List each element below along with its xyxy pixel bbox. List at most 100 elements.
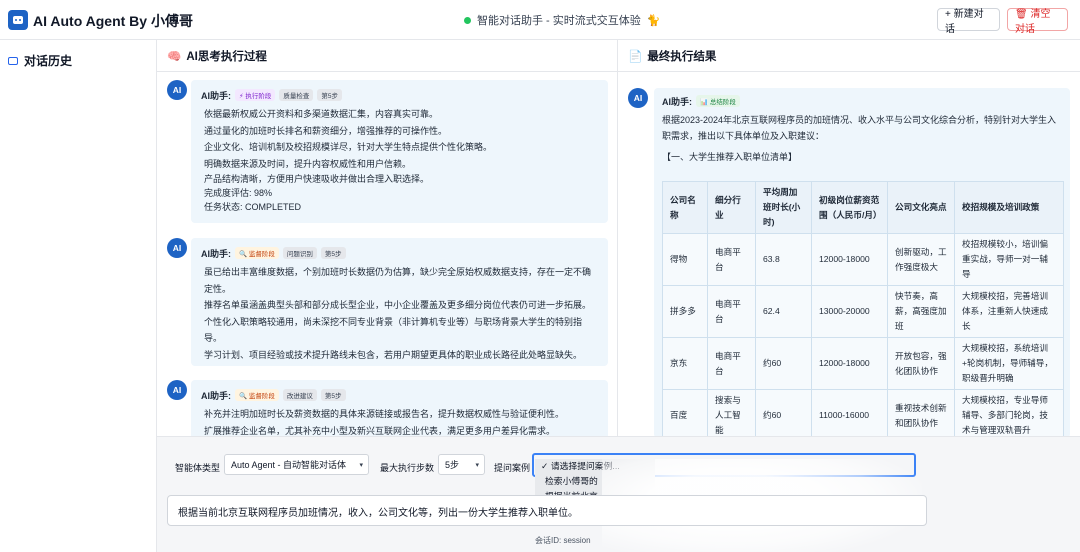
ai-avatar: AI [167,80,187,100]
result-panel-title: 最终执行结果 [647,50,717,63]
max-steps-label: 最大执行步数 [380,463,435,473]
session-id: 会话ID: session [535,536,591,545]
table-cell: 12000-18000 [811,233,888,286]
case-option[interactable]: ✓ 请选择提问案例... [535,459,655,474]
status-text: 智能对话助手 - 实时流式交互体验 [477,15,641,27]
sidebar-title: 对话历史 [8,52,72,69]
online-status-dot-icon [464,16,471,24]
table-cell: 校招规模较小，培训偏重实战，导师一对一辅导 [954,233,1064,286]
table-cell: 百度 [662,389,708,436]
table-cell: 创新驱动，工作强度极大 [887,233,955,286]
step-badge: 第5步 [317,89,342,101]
message-line: 补充并注明加班时长及薪资数据的具体来源链接或报告名，提升数据权威性与验证便利性。 [204,409,565,419]
agent-type-select[interactable]: Auto Agent - 自动智能对话体 ▾ [224,454,369,475]
sidebar-title-label: 对话历史 [24,54,73,68]
result-bubble: AI助手: 📊 总结阶段 根据2023-2024年北京互联网程序员的加班情况、收… [654,88,1070,436]
message-line: 推荐名单虽涵盖典型头部和部分成长型企业，中小企业覆盖及更多细分岗位代表仍可进一步… [204,300,592,311]
ai-avatar: AI [628,88,648,108]
step-badge: 第5步 [320,389,346,401]
thinking-panel-title: AI思考执行过程 [186,50,267,63]
result-section-title: 【一、大学生推荐入职单位清单】 [662,152,798,162]
table-cell: 开放包容，强化团队协作 [887,337,955,390]
result-intro: 根据2023-2024年北京互联网程序员的加班情况、收入水平与公司文化综合分析，… [662,115,1057,141]
column-header: 公司名称 [662,181,708,234]
table-cell: 得物 [662,233,708,286]
table-cell: 电商平台 [707,233,756,286]
type-badge: 问题识别 [282,247,317,259]
chat-bubble-icon [8,56,18,65]
brain-icon: 🧠 [167,50,182,63]
status-indicator: 智能对话助手 - 实时流式交互体验 🐈 [464,12,660,28]
message-bubble: AI助手: 🔍 监督阶段 问题识别 第5步 虽已给出丰富维度数据，个别加班时长数… [191,238,608,366]
thinking-panel-header: 🧠 AI思考执行过程 [157,40,618,72]
column-header: 公司文化亮点 [887,181,955,234]
table-cell: 大规模校招，完善培训体系，注重新人快速成长 [954,285,1064,338]
max-steps-value: 5步 [445,460,460,470]
sidebar: 对话历史 [0,40,157,552]
app-header: AI Auto Agent By 小傅哥 智能对话助手 - 实时流式交互体验 🐈… [0,0,1080,40]
table-cell: 13000-20000 [811,285,888,338]
new-chat-button[interactable]: + 新建对话 [937,8,1000,35]
table-row: 京东 电商平台 约60 12000-18000 开放包容，强化团队协作 大规模校… [662,337,1064,390]
column-header: 细分行业 [707,181,756,234]
input-controls: 智能体类型 Auto Agent - 自动智能对话体 ▾ 最大执行步数 5步 ▾… [157,436,1080,552]
message-line: 扩展推荐企业名单，尤其补充中小型及新兴互联网企业代表，满足更多用户差异化需求。 [204,425,556,436]
agent-type-label: 智能体类型 [175,463,221,473]
stage-badge: 📊 总结阶段 [696,95,740,107]
speaker-label: AI助手: [201,90,231,101]
speaker-label: AI助手: [201,390,231,401]
table-cell: 重视技术创新和团队协作 [887,389,955,436]
message-line: 企业文化、培训机制及校招规模详尽，针对大学生特点提供个性化策略。 [204,142,493,153]
prompt-input[interactable]: 根据当前北京互联网程序员加班情况，收入，公司文化等，列出一份大学生推荐入职单位。 [167,495,927,526]
message-line: 依据最新权威公开资料和多渠道数据汇集，内容真实可靠。 [204,109,439,119]
ai-avatar: AI [167,238,187,258]
table-row: 百度 搜索与人工智能 约60 11000-16000 重视技术创新和团队协作 大… [662,389,1064,436]
case-option[interactable]: 检索小傅哥的 [535,474,655,489]
message-line: 产品结构清晰，方便用户快速吸收并做出合理入职选择。 [204,174,430,185]
cat-emoji-icon: 🐈 [646,14,661,27]
ai-avatar: AI [167,380,187,400]
table-cell: 京东 [662,337,708,390]
table-cell: 63.8 [755,233,812,286]
table-cell: 快节奏，高薪，高强度加班 [887,285,955,338]
table-cell: 62.4 [755,285,812,338]
message-bubble: AI助手: 🔍 监督阶段 改进建议 第5步 补充并注明加班时长及薪资数据的具体来… [191,380,608,436]
stage-badge: ⚡ 执行阶段 [235,89,276,101]
table-cell: 12000-18000 [811,337,888,390]
case-label: 提问案例 [494,463,531,473]
table-cell: 搜索与人工智能 [707,389,756,436]
clear-chat-button[interactable]: 🗑 清空对话 [1007,8,1068,35]
message-line: 个性化入职策略较通用，尚未深挖不同专业背景（非计算机专业等）与职场背景大学生的特… [204,316,583,344]
table-row: 得物 电商平台 63.8 12000-18000 创新驱动，工作强度极大 校招规… [662,233,1064,286]
type-badge: 改进建议 [282,389,317,401]
document-icon: 📄 [628,50,643,63]
app-title: AI Auto Agent By 小傅哥 [33,13,193,29]
message-line: 虽已给出丰富维度数据，个别加班时长数据仍为估算，缺少完全原始权威数据支持，存在一… [204,267,592,294]
table-cell: 拼多多 [662,285,708,338]
stage-badge: 🔍 监督阶段 [235,247,279,259]
max-steps-select[interactable]: 5步 ▾ [438,454,485,475]
table-header-row: 公司名称 细分行业 平均周加班时长(小时) 初级岗位薪资范围（人民币/月） 公司… [662,181,1064,234]
message-line: 学习计划、项目经验或技术提升路线未包含，若用户期望更具体的职业成长路径此处略显缺… [204,349,583,360]
table-row: 拼多多 电商平台 62.4 13000-20000 快节奏，高薪，高强度加班 大… [662,285,1064,338]
type-badge: 质量检查 [279,89,314,101]
message-line: 明确数据来源及时间，提升内容权威性和用户信赖。 [204,158,412,169]
column-header: 平均周加班时长(小时) [755,181,812,234]
table-cell: 约60 [755,389,812,436]
chevron-down-icon: ▾ [359,462,363,469]
recommendation-table: 公司名称 细分行业 平均周加班时长(小时) 初级岗位薪资范围（人民币/月） 公司… [662,181,1064,436]
step-badge: 第5步 [320,247,346,259]
table-cell: 大规模校招，专业导师辅导、多部门轮岗，技术与管理双轨晋升 [954,389,1064,436]
result-scroll-area[interactable]: AI AI助手: 📊 总结阶段 根据2023-2024年北京互联网程序员的加班情… [618,72,1080,436]
column-header: 校招规模及培训政策 [954,181,1064,234]
thinking-scroll-area[interactable]: AI AI助手: ⚡ 执行阶段 质量检查 第5步 依据最新权威公开资料和多渠道数… [157,72,618,436]
table-cell: 11000-16000 [811,389,888,436]
robot-logo-icon [8,10,28,30]
message-line: 任务状态: COMPLETED [204,202,302,213]
chevron-down-icon: ▾ [475,462,479,469]
message-bubble: AI助手: ⚡ 执行阶段 质量检查 第5步 依据最新权威公开资料和多渠道数据汇集… [191,80,608,223]
speaker-label: AI助手: [662,96,692,107]
table-cell: 约60 [755,337,812,390]
table-cell: 电商平台 [707,285,756,338]
table-cell: 大规模校招，系统培训+轮岗机制，导师辅导，职级晋升明确 [954,337,1064,390]
